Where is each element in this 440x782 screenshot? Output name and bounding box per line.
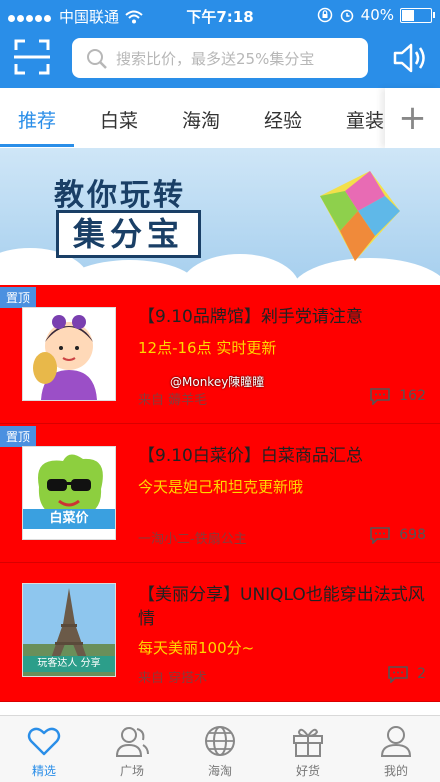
status-bar: 中国联通 下午7:18 40% <box>0 0 440 30</box>
item-comments[interactable]: 698 <box>369 526 426 544</box>
comment-count: 698 <box>399 527 426 543</box>
tab-recommended[interactable]: 推荐 <box>18 106 56 133</box>
nav-overseas[interactable]: 海淘 <box>176 716 264 782</box>
item-title: 【9.10白菜价】白菜商品汇总 <box>138 446 363 466</box>
tab-bargain[interactable]: 白菜 <box>100 106 138 133</box>
nav-plaza[interactable]: 广场 <box>88 716 176 782</box>
tab-kidswear[interactable]: 童装 <box>346 106 384 133</box>
item-comments[interactable]: 162 <box>369 387 426 405</box>
bottom-nav: 精选 广场 海淘 好货 我的 <box>0 715 440 782</box>
search-input[interactable]: 搜索比价，最多送25%集分宝 <box>72 38 368 78</box>
feed-item[interactable]: 置顶 白菜价 【9.10白菜价】白菜商品汇总 今天是妲己和坦克更新哦 一淘小二-… <box>0 424 440 563</box>
heart-icon <box>27 727 61 756</box>
item-comments[interactable]: 2 <box>387 665 426 683</box>
comment-count: 162 <box>399 388 426 404</box>
nav-label: 好货 <box>295 764 320 778</box>
comment-icon <box>370 527 391 544</box>
add-tab-button[interactable]: + <box>385 88 440 148</box>
search-placeholder: 搜索比价，最多送25%集分宝 <box>116 50 315 68</box>
comment-icon <box>370 388 391 405</box>
item-subtitle: 每天美丽100分~ <box>138 639 255 657</box>
nav-good-stuff[interactable]: 好货 <box>264 716 352 782</box>
item-source: 一淘小二-铁扇公主 <box>138 532 247 547</box>
battery-percent: 40% <box>360 6 394 24</box>
item-thumbnail: 玩客达人 分享 <box>22 583 116 677</box>
scan-icon[interactable] <box>14 39 50 75</box>
search-icon <box>87 49 107 69</box>
feed-list: 置顶 【9.10品牌馆】剁手党请注意 12点-16点 实时更新 @Monkey陳… <box>0 285 440 715</box>
item-subtitle: 12点-16点 实时更新 <box>138 339 277 357</box>
nav-label: 我的 <box>383 764 408 778</box>
pinned-badge: 置顶 <box>0 426 37 447</box>
alarm-icon <box>340 9 353 23</box>
nav-label: 海淘 <box>207 764 232 778</box>
item-title: 【9.10品牌馆】剁手党请注意 <box>138 307 363 327</box>
user-icon <box>380 726 412 757</box>
cartoon-girl-image <box>33 315 97 400</box>
watermark: @Monkey陳瞳瞳 <box>170 375 265 389</box>
item-thumbnail: 白菜价 <box>22 446 116 540</box>
status-right: 40% <box>317 6 435 24</box>
speaker-icon[interactable] <box>392 40 428 76</box>
feed-item[interactable]: 玩客达人 分享 【美丽分享】UNIQLO也能穿出法式风情 每天美丽100分~ 来… <box>0 563 440 702</box>
globe-icon <box>205 726 235 756</box>
kite-illustration <box>320 171 400 261</box>
nav-mine[interactable]: 我的 <box>352 716 440 782</box>
banner-line1: 教你玩转 <box>54 178 186 213</box>
thumb-tag: 玩客达人 分享 <box>23 656 115 672</box>
item-source: 来自 穿搭术 <box>138 671 208 686</box>
thumb-tag: 白菜价 <box>23 509 115 529</box>
promo-banner[interactable]: 教你玩转 集分宝 <box>0 148 440 285</box>
nav-featured[interactable]: 精选 <box>0 716 88 782</box>
battery-icon <box>400 7 435 23</box>
item-source: 来自 薅羊毛 <box>138 393 208 408</box>
pinned-badge: 置顶 <box>0 287 37 308</box>
banner-line2: 集分宝 <box>56 210 202 258</box>
item-subtitle: 今天是妲己和坦克更新哦 <box>138 478 304 496</box>
rotation-lock-icon <box>317 7 332 23</box>
people-icon <box>115 727 149 757</box>
gift-icon <box>293 728 323 757</box>
category-tabs: 推荐 白菜 海淘 经验 童装 <box>0 88 440 149</box>
nav-label: 精选 <box>31 764 56 778</box>
app-header: 搜索比价，最多送25%集分宝 <box>0 30 440 88</box>
item-thumbnail <box>22 307 116 401</box>
tab-overseas[interactable]: 海淘 <box>182 106 220 133</box>
active-tab-indicator <box>0 144 74 147</box>
comment-count: 2 <box>417 666 426 682</box>
feed-item[interactable]: 置顶 【9.10品牌馆】剁手党请注意 12点-16点 实时更新 @Monkey陳… <box>0 285 440 424</box>
item-title: 【美丽分享】UNIQLO也能穿出法式风情 <box>138 585 425 629</box>
nav-label: 广场 <box>119 764 144 778</box>
tab-experience[interactable]: 经验 <box>264 106 302 133</box>
comment-icon <box>388 666 408 683</box>
